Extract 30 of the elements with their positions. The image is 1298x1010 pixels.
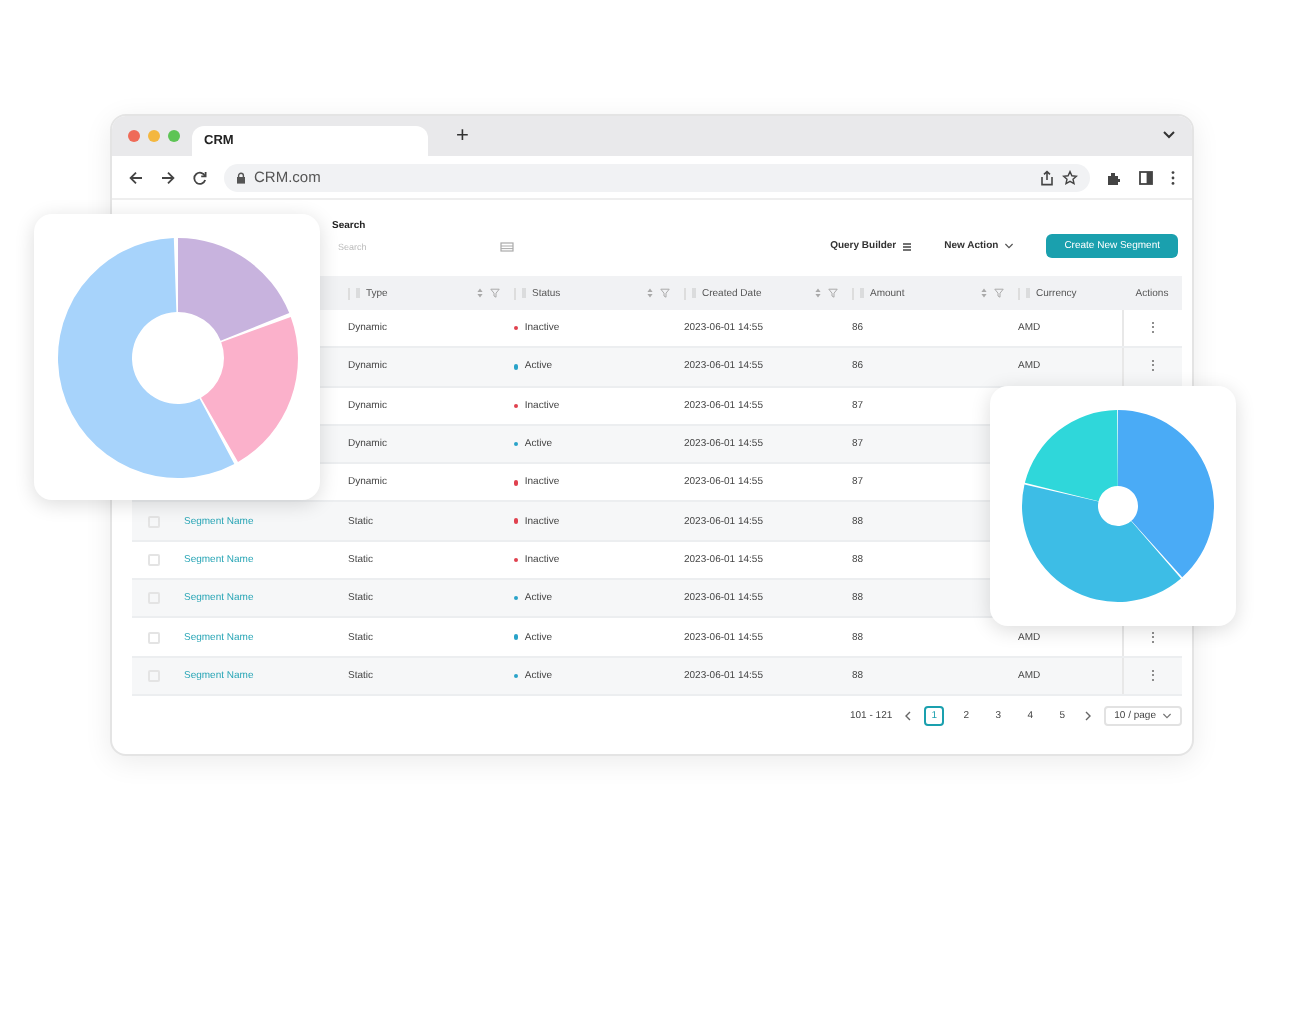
maximize-window-icon[interactable]	[168, 130, 180, 142]
forward-icon[interactable]	[160, 169, 176, 185]
filter-icon[interactable]	[828, 288, 838, 298]
sort-icon[interactable]	[814, 288, 822, 298]
more-menu-icon[interactable]	[1170, 169, 1176, 185]
chevron-down-icon[interactable]	[1162, 130, 1176, 140]
caret-icon	[1004, 242, 1015, 250]
side-panel-icon[interactable]	[1138, 169, 1154, 185]
sort-icon[interactable]	[646, 288, 654, 298]
row-checkbox[interactable]	[148, 553, 160, 566]
sort-icon[interactable]	[980, 288, 988, 298]
minimize-window-icon[interactable]	[148, 130, 160, 142]
star-icon[interactable]	[1062, 169, 1078, 185]
new-tab-button[interactable]: +	[456, 125, 469, 147]
list-icon	[902, 241, 913, 251]
next-page-icon[interactable]	[1084, 709, 1093, 722]
back-icon[interactable]	[128, 169, 144, 185]
filter-icon[interactable]	[490, 288, 500, 298]
filter-icon[interactable]	[660, 288, 670, 298]
filter-icon[interactable]	[994, 288, 1004, 298]
table-icon	[500, 241, 514, 251]
share-icon[interactable]	[1040, 169, 1054, 185]
close-window-icon[interactable]	[128, 130, 140, 142]
puzzle-icon[interactable]	[1106, 169, 1122, 185]
sort-icon[interactable]	[476, 288, 484, 298]
lock-icon	[236, 171, 246, 183]
previous-page-icon[interactable]	[904, 709, 913, 722]
row-checkbox[interactable]	[148, 631, 160, 644]
reload-icon[interactable]	[192, 169, 208, 185]
caret-icon	[1162, 711, 1172, 720]
